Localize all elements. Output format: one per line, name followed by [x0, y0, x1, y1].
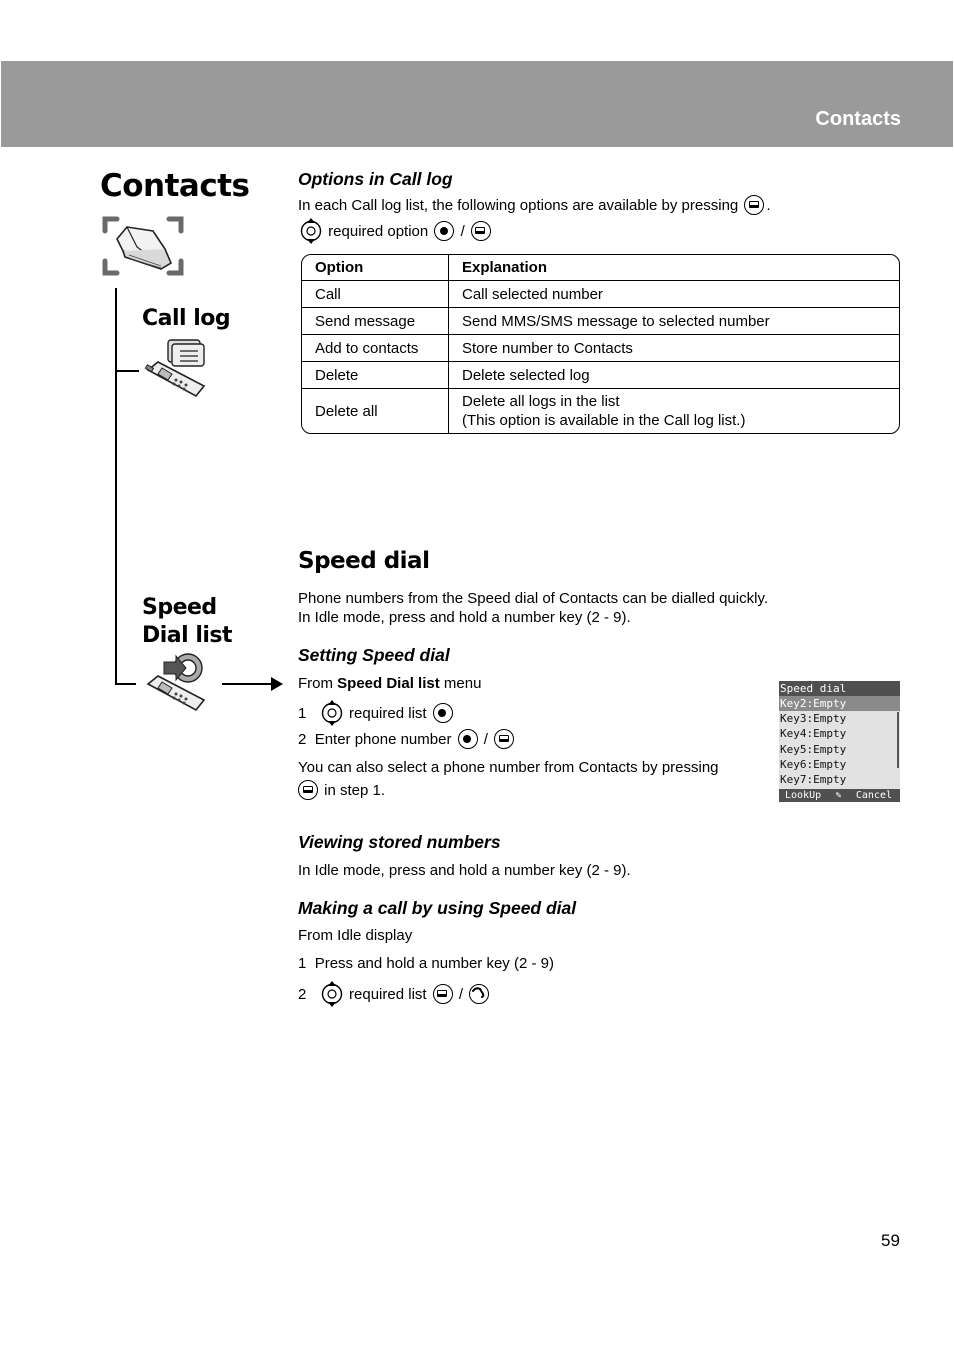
viewing-stored-numbers-heading: Viewing stored numbers [298, 832, 501, 852]
screen-list-item[interactable]: Key3:Empty [779, 711, 900, 726]
setting-note-line1: You can also select a phone number from … [298, 759, 719, 776]
navigation-key-icon [321, 981, 343, 1007]
step-number: 1 [298, 955, 307, 972]
setting-from-line: From Speed Dial list menu [298, 674, 481, 694]
table-row: Call Call selected number [302, 281, 899, 308]
table-row: Add to contacts Store number to Contacts [302, 335, 899, 362]
making-call-from: From Idle display [298, 927, 413, 944]
step-text: required list [349, 704, 427, 722]
speed-dial-phone-icon [144, 652, 208, 719]
step-number: 2 [298, 985, 307, 1003]
explanation-cell: Call selected number [449, 281, 899, 308]
screen-list-item[interactable]: Key7:Empty [779, 772, 900, 787]
explanation-cell: Delete selected log [449, 362, 899, 389]
setting-step-2: 2 Enter phone number / [298, 729, 516, 750]
table-row: Delete all Delete all logs in the list (… [302, 389, 899, 433]
table-header-row: Option Explanation [302, 255, 899, 281]
edit-icon[interactable]: ✎ [835, 789, 841, 802]
page-title: Contacts [100, 168, 250, 204]
arrow-line [222, 683, 274, 685]
option-cell: Add to contacts [302, 335, 449, 362]
speed-dial-intro-line2: In Idle mode, press and hold a number ke… [298, 609, 631, 626]
tree-vertical-line [115, 288, 117, 684]
explanation-cell: Delete all logs in the list (This option… [449, 389, 899, 433]
option-cell: Send message [302, 308, 449, 335]
table-row: Send message Send MMS/SMS message to sel… [302, 308, 899, 335]
step-text: Press and hold a number key (2 - 9) [314, 955, 554, 972]
step-number: 2 [298, 731, 307, 748]
screen-list-item[interactable]: Key5:Empty [779, 742, 900, 757]
page-number: 59 [881, 1231, 900, 1250]
screen-softkey-bar: LookUp ✎ Cancel [779, 789, 900, 802]
ok-key-icon [457, 729, 478, 750]
speed-dial-screen: Speed dial Key2:Empty Key3:Empty Key4:Em… [779, 681, 900, 802]
menu-key-icon [744, 195, 765, 216]
making-call-step-2: 2 required list / [298, 981, 491, 1008]
explanation-cell: Store number to Contacts [449, 335, 899, 362]
arrow-right-icon [271, 677, 283, 691]
separator: / [458, 985, 464, 1003]
explanation-cell: Send MMS/SMS message to selected number [449, 308, 899, 335]
navigation-key-icon [300, 218, 322, 244]
tree-branch-speed-dial [115, 683, 136, 685]
menu-key-icon [298, 780, 318, 801]
explanation-line2: (This option is available in the Call lo… [462, 412, 746, 429]
screen-scrollbar[interactable] [897, 712, 899, 768]
from-menu-name: Speed Dial list [337, 675, 440, 692]
note-text: in step 1. [324, 782, 386, 799]
step-number: 1 [298, 704, 307, 722]
speed-dial-intro-line1: Phone numbers from the Speed dial of Con… [298, 590, 768, 607]
making-call-step-1: 1 Press and hold a number key (2 - 9) [298, 954, 554, 974]
option-cell: Delete all [302, 389, 449, 433]
option-cell: Call [302, 281, 449, 308]
speed-dial-label-line1: Speed [142, 595, 217, 620]
viewing-text: In Idle mode, press and hold a number ke… [298, 862, 631, 879]
softkey-cancel[interactable]: Cancel [856, 789, 892, 802]
separator: / [483, 731, 488, 748]
call-key-icon [469, 984, 490, 1004]
header-section-title: Contacts [815, 108, 901, 130]
header-band [1, 61, 953, 147]
call-log-label: Call log [142, 306, 231, 331]
menu-key-icon [432, 984, 453, 1004]
ok-key-icon [434, 221, 455, 241]
call-log-phone-icon [144, 338, 208, 405]
screen-list-item-selected[interactable]: Key2:Empty [779, 696, 900, 712]
softkey-lookup[interactable]: LookUp [785, 789, 821, 802]
tree-branch-call-log [115, 370, 139, 372]
options-intro: In each Call log list, the following opt… [298, 195, 771, 216]
table-row: Delete Delete selected log [302, 362, 899, 389]
from-prefix: From [298, 675, 333, 692]
screen-list-item[interactable]: Key4:Empty [779, 726, 900, 741]
speed-dial-label-line2: Dial list [142, 623, 233, 648]
ok-key-icon [432, 703, 453, 723]
separator: / [460, 222, 465, 240]
instruction-text: required option [328, 222, 429, 240]
option-cell: Delete [302, 362, 449, 389]
options-intro-suffix: . [766, 197, 771, 214]
speed-dial-list-label: Speed Dial list [142, 594, 233, 650]
setting-note-line2: in step 1. [298, 780, 386, 801]
navigation-key-icon [321, 700, 343, 726]
call-log-options-table: Option Explanation Call Call selected nu… [301, 254, 900, 434]
making-call-heading: Making a call by using Speed dial [298, 898, 577, 918]
column-header-explanation: Explanation [449, 255, 899, 281]
contacts-book-icon [101, 215, 185, 282]
menu-key-icon [494, 729, 515, 750]
column-header-option: Option [302, 255, 449, 281]
setting-speed-dial-heading: Setting Speed dial [298, 645, 450, 665]
screen-list-item[interactable]: Key6:Empty [779, 757, 900, 772]
options-intro-text: In each Call log list, the following opt… [298, 197, 739, 214]
options-instruction: required option / [298, 218, 493, 245]
menu-key-icon [470, 221, 491, 241]
step-text: required list [349, 985, 427, 1003]
setting-step-1: 1 required list [298, 700, 455, 727]
screen-title: Speed dial [779, 681, 900, 696]
from-suffix: menu [443, 675, 482, 692]
options-call-log-heading: Options in Call log [298, 169, 453, 189]
explanation-line1: Delete all logs in the list [462, 393, 620, 410]
step-text: Enter phone number [314, 731, 452, 748]
speed-dial-heading: Speed dial [298, 548, 430, 574]
